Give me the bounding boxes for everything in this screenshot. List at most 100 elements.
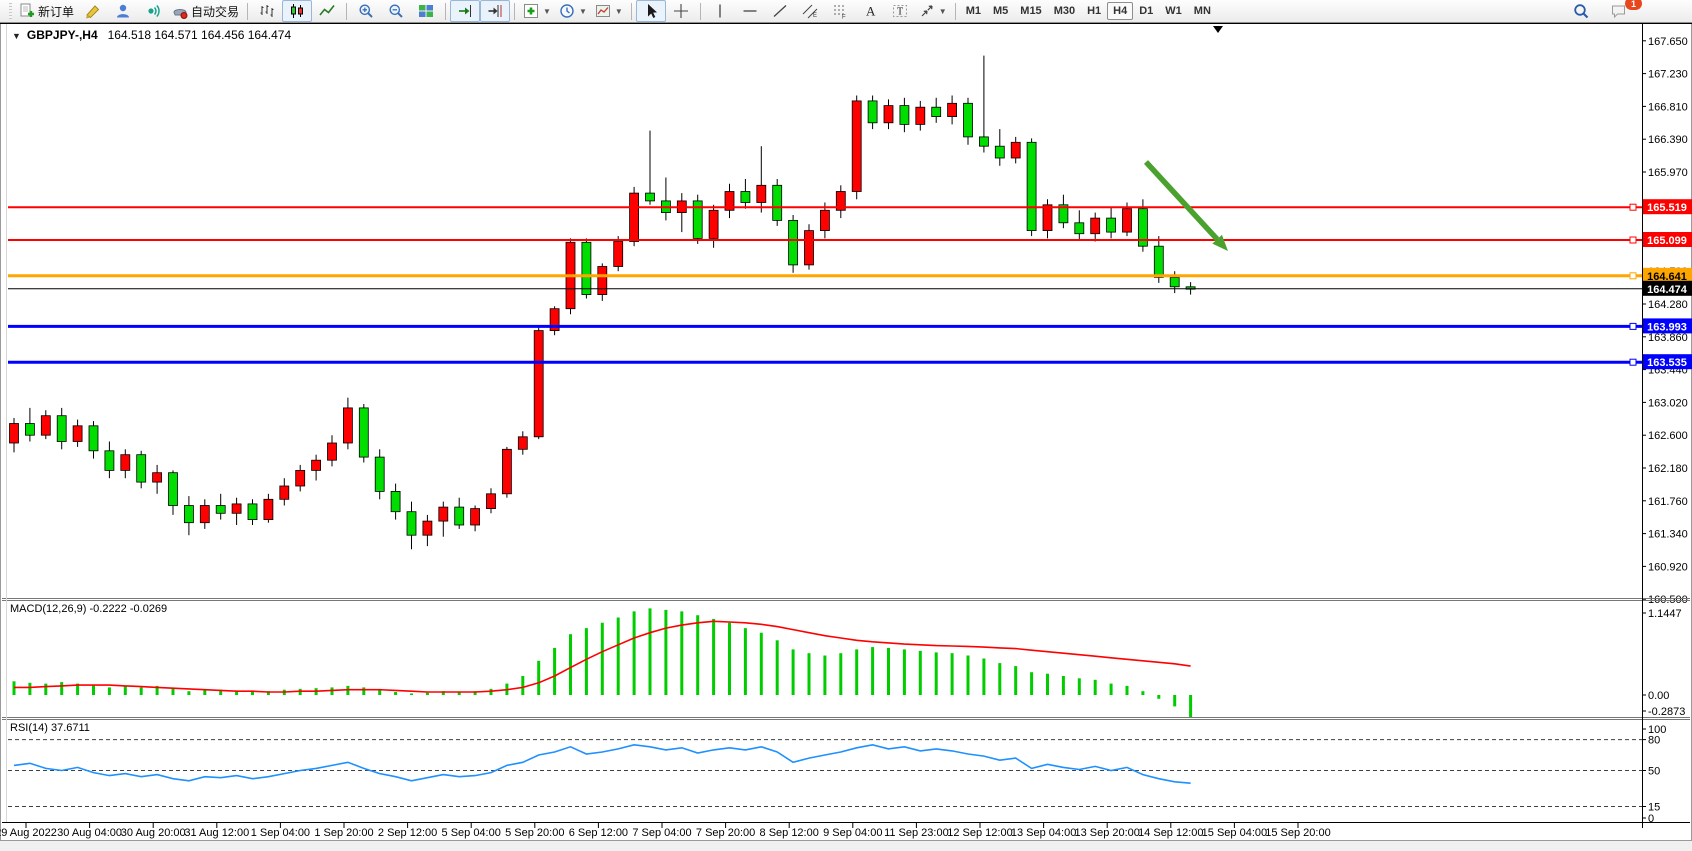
rsi-axis-label: 50: [1648, 766, 1660, 778]
equidistant-channel-button[interactable]: E: [795, 0, 825, 22]
indicators-button[interactable]: ▼: [519, 0, 555, 22]
tile-windows-button[interactable]: [411, 0, 441, 22]
candle: [73, 426, 82, 442]
level-line-handle[interactable]: [1630, 359, 1636, 365]
price-tick-label: 164.280: [1648, 299, 1688, 311]
timeframe-M5[interactable]: M5: [987, 2, 1014, 20]
level-line-handle[interactable]: [1630, 204, 1636, 210]
autotrade-icon: [172, 3, 188, 19]
candle: [916, 107, 925, 124]
periods-button[interactable]: ▼: [555, 0, 591, 22]
candle: [423, 521, 432, 535]
price-tick-label: 166.390: [1648, 134, 1688, 146]
horizontal-line-button[interactable]: [735, 0, 765, 22]
styler-button[interactable]: [78, 0, 108, 22]
autotrading-label: 自动交易: [191, 3, 239, 20]
chart-collapse-icon[interactable]: ▼: [12, 31, 21, 41]
level-line-handle[interactable]: [1630, 323, 1636, 329]
level-line-163.535[interactable]: 163.535: [8, 354, 1692, 369]
candle: [630, 193, 639, 241]
community-button[interactable]: [108, 0, 138, 22]
indicators-dropdown-icon[interactable]: ▼: [543, 7, 551, 16]
timeframe-D1[interactable]: D1: [1133, 2, 1159, 20]
candle: [487, 494, 496, 509]
candle: [820, 210, 829, 230]
time-axis[interactable]: 29 Aug 202230 Aug 04:0030 Aug 20:0031 Au…: [0, 823, 1331, 839]
timeframe-W1[interactable]: W1: [1159, 2, 1188, 20]
cursor-icon: [643, 3, 659, 19]
macd-panel: 1.14470.00-0.2873: [14, 608, 1685, 718]
level-line-164.641[interactable]: 164.641: [8, 268, 1692, 283]
chart-title: ▼GBPJPY-,H4164.518 164.571 164.456 164.4…: [12, 28, 291, 42]
timeframe-M1[interactable]: M1: [960, 2, 987, 20]
timeframe-MN[interactable]: MN: [1188, 2, 1217, 20]
notifications-button[interactable]: 1: [1604, 0, 1634, 22]
signals-button[interactable]: [138, 0, 168, 22]
time-tick-label: 2 Sep 12:00: [378, 827, 437, 839]
periods-dropdown-icon[interactable]: ▼: [579, 7, 587, 16]
candle: [105, 451, 114, 471]
search-button[interactable]: [1566, 0, 1596, 22]
arrow-objects-dropdown-icon[interactable]: ▼: [939, 7, 947, 16]
zoom-out-button[interactable]: [381, 0, 411, 22]
time-tick-label: 15 Sep 04:00: [1202, 827, 1267, 839]
price-tick-label: 161.340: [1648, 529, 1688, 541]
timeframe-H1[interactable]: H1: [1081, 2, 1107, 20]
candle: [932, 107, 941, 116]
time-tick-label: 11 Sep 23:00: [884, 827, 949, 839]
line-chart-mode-button[interactable]: [312, 0, 342, 22]
candle: [375, 457, 384, 491]
vertical-line-button[interactable]: [705, 0, 735, 22]
new-order-button[interactable]: 新订单: [15, 0, 78, 22]
templates-dropdown-icon[interactable]: ▼: [615, 7, 623, 16]
candle: [248, 504, 257, 520]
label-tool-button[interactable]: T: [885, 0, 915, 22]
fibonacci-button[interactable]: F: [825, 0, 855, 22]
autotrading-button[interactable]: 自动交易: [168, 0, 243, 22]
toolbar-separator: [346, 3, 347, 20]
rsi-axis-label: 0: [1648, 813, 1654, 825]
arrow-objects-button[interactable]: ▼: [915, 0, 951, 22]
timeframe-H4[interactable]: H4: [1107, 2, 1133, 20]
level-line-165.099[interactable]: 165.099: [8, 232, 1692, 247]
crosshair-icon: [673, 3, 689, 19]
panel-borders: [0, 24, 1692, 829]
timeframe-M15[interactable]: M15: [1014, 2, 1047, 20]
level-line-handle[interactable]: [1630, 237, 1636, 243]
templates-button[interactable]: ▼: [591, 0, 627, 22]
candlestick-mode-button[interactable]: [282, 0, 312, 22]
chart-shift-button[interactable]: [480, 0, 510, 22]
cursor-button[interactable]: [636, 0, 666, 22]
candle: [741, 192, 750, 203]
chart-graphics: 167.650167.230166.810166.390165.970165.5…: [0, 0, 1692, 850]
rsi-name: RSI(14): [10, 722, 48, 734]
time-tick-label: 1 Sep 20:00: [314, 827, 373, 839]
toolbar-grip[interactable]: [9, 3, 12, 19]
toolbar-separator: [247, 3, 248, 20]
auto-scroll-button[interactable]: [450, 0, 480, 22]
bar-chart-mode-button[interactable]: [252, 0, 282, 22]
candle: [805, 231, 814, 265]
candle: [280, 486, 289, 499]
time-tick-label: 14 Sep 12:00: [1138, 827, 1203, 839]
new-order-icon: [19, 3, 35, 19]
level-line-handle[interactable]: [1630, 273, 1636, 279]
candle: [757, 185, 766, 202]
level-line-163.993[interactable]: 163.993: [8, 318, 1692, 333]
text-tool-button[interactable]: A: [855, 0, 885, 22]
candle: [773, 185, 782, 220]
current-price-label: 164.474: [1647, 284, 1688, 296]
chart-shift-marker[interactable]: [1213, 26, 1223, 33]
candle: [312, 460, 321, 470]
crosshair-button[interactable]: [666, 0, 696, 22]
macd-value-main: -0.2222: [89, 603, 126, 615]
zoom-in-icon: [358, 3, 374, 19]
chart-symbol-period: GBPJPY-,H4: [27, 28, 98, 42]
text-icon: A: [862, 3, 878, 19]
trend-line-button[interactable]: [765, 0, 795, 22]
timeframe-M30[interactable]: M30: [1048, 2, 1081, 20]
zoom-in-button[interactable]: [351, 0, 381, 22]
level-line-165.519[interactable]: 165.519: [8, 199, 1692, 214]
price-tick-label: 167.650: [1648, 36, 1688, 48]
candle: [868, 101, 877, 123]
